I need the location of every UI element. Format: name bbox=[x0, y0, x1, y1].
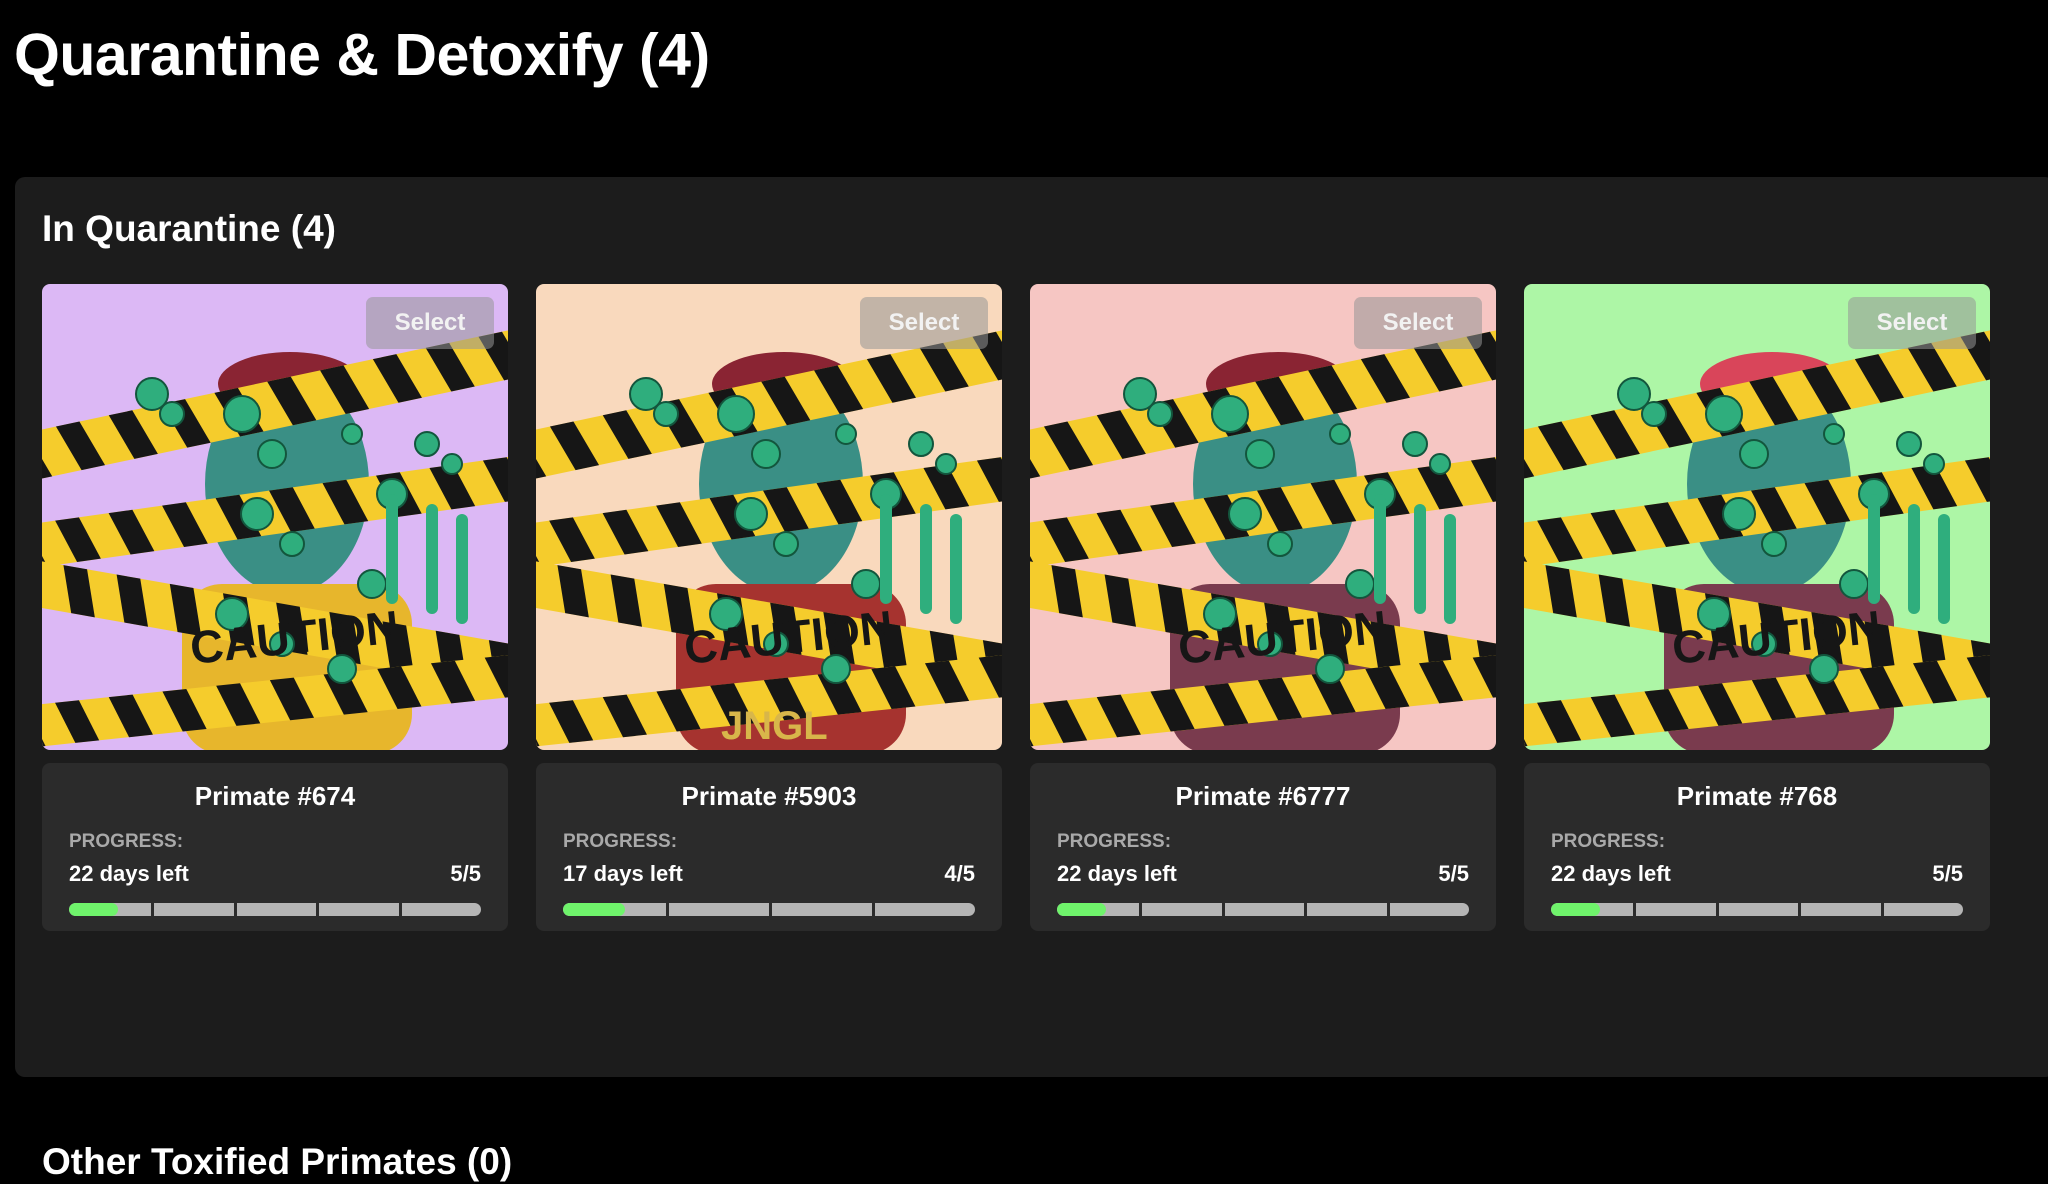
primate-name: Primate #5903 bbox=[681, 781, 857, 811]
progress-bar-fill bbox=[563, 903, 625, 916]
progress-bar bbox=[1551, 903, 1963, 916]
in-quarantine-heading: In Quarantine (4) bbox=[42, 208, 336, 249]
primate-name: Primate #768 bbox=[1676, 781, 1838, 811]
select-button[interactable]: Select bbox=[860, 297, 988, 349]
progress-segment-divider bbox=[1633, 903, 1637, 916]
progress-segment-divider bbox=[1139, 903, 1143, 916]
days-left: 17 days left bbox=[563, 861, 683, 886]
progress-segment-divider bbox=[769, 903, 772, 916]
progress-bar-fill bbox=[1551, 903, 1601, 916]
days-left: 22 days left bbox=[1551, 861, 1671, 886]
progress-label: PROGRESS: bbox=[1551, 831, 1666, 852]
progress-count: 5/5 bbox=[450, 861, 481, 886]
primate-info: Primate #768 PROGRESS: 22 days left 5/5 bbox=[1524, 763, 1990, 931]
primate-artwork: CAUTION bbox=[1524, 284, 1990, 750]
select-button[interactable]: Select bbox=[1848, 297, 1976, 349]
progress-count: 5/5 bbox=[1932, 861, 1963, 886]
progress-label: PROGRESS: bbox=[69, 831, 184, 852]
progress-bar-fill bbox=[1057, 903, 1107, 916]
progress-count: 4/5 bbox=[944, 861, 975, 886]
primate-artwork: CAUTION bbox=[1030, 284, 1496, 750]
progress-segment-divider bbox=[872, 903, 875, 916]
days-left: 22 days left bbox=[1057, 861, 1177, 886]
days-left: 22 days left bbox=[69, 861, 189, 886]
progress-count: 5/5 bbox=[1438, 861, 1469, 886]
progress-label: PROGRESS: bbox=[563, 831, 678, 852]
primate-name: Primate #674 bbox=[194, 781, 356, 811]
progress-bar bbox=[1057, 903, 1469, 916]
progress-segment-divider bbox=[1221, 903, 1225, 916]
primate-name: Primate #6777 bbox=[1175, 781, 1351, 811]
select-button[interactable]: Select bbox=[366, 297, 494, 349]
primate-info: Primate #5903 PROGRESS: 17 days left 4/5 bbox=[536, 763, 1002, 931]
page-title: Quarantine & Detoxify (4) bbox=[14, 22, 710, 88]
shirt-text: JNGL bbox=[721, 704, 828, 748]
progress-label: PROGRESS: bbox=[1057, 831, 1172, 852]
progress-segment-divider bbox=[1798, 903, 1802, 916]
progress-segment-divider bbox=[1386, 903, 1390, 916]
quarantine-panel: In Quarantine (4) CAUTION Select Primate… bbox=[15, 177, 2048, 1182]
primate-artwork: CAUTION JNGL bbox=[536, 284, 1002, 750]
primate-info: Primate #6777 PROGRESS: 22 days left 5/5 bbox=[1030, 763, 1496, 931]
primate-artwork: CAUTION bbox=[42, 284, 508, 750]
progress-segment-divider bbox=[316, 903, 320, 916]
progress-segment-divider bbox=[666, 903, 669, 916]
other-toxified-heading: Other Toxified Primates (0) bbox=[42, 1141, 513, 1182]
select-button[interactable]: Select bbox=[1354, 297, 1482, 349]
progress-segment-divider bbox=[151, 903, 155, 916]
progress-segment-divider bbox=[398, 903, 402, 916]
progress-segment-divider bbox=[1880, 903, 1884, 916]
progress-bar-fill bbox=[69, 903, 119, 916]
progress-segment-divider bbox=[1304, 903, 1308, 916]
progress-segment-divider bbox=[233, 903, 237, 916]
progress-bar bbox=[563, 903, 975, 916]
progress-segment-divider bbox=[1715, 903, 1719, 916]
primate-info: Primate #674 PROGRESS: 22 days left 5/5 bbox=[42, 763, 508, 931]
progress-bar bbox=[69, 903, 481, 916]
